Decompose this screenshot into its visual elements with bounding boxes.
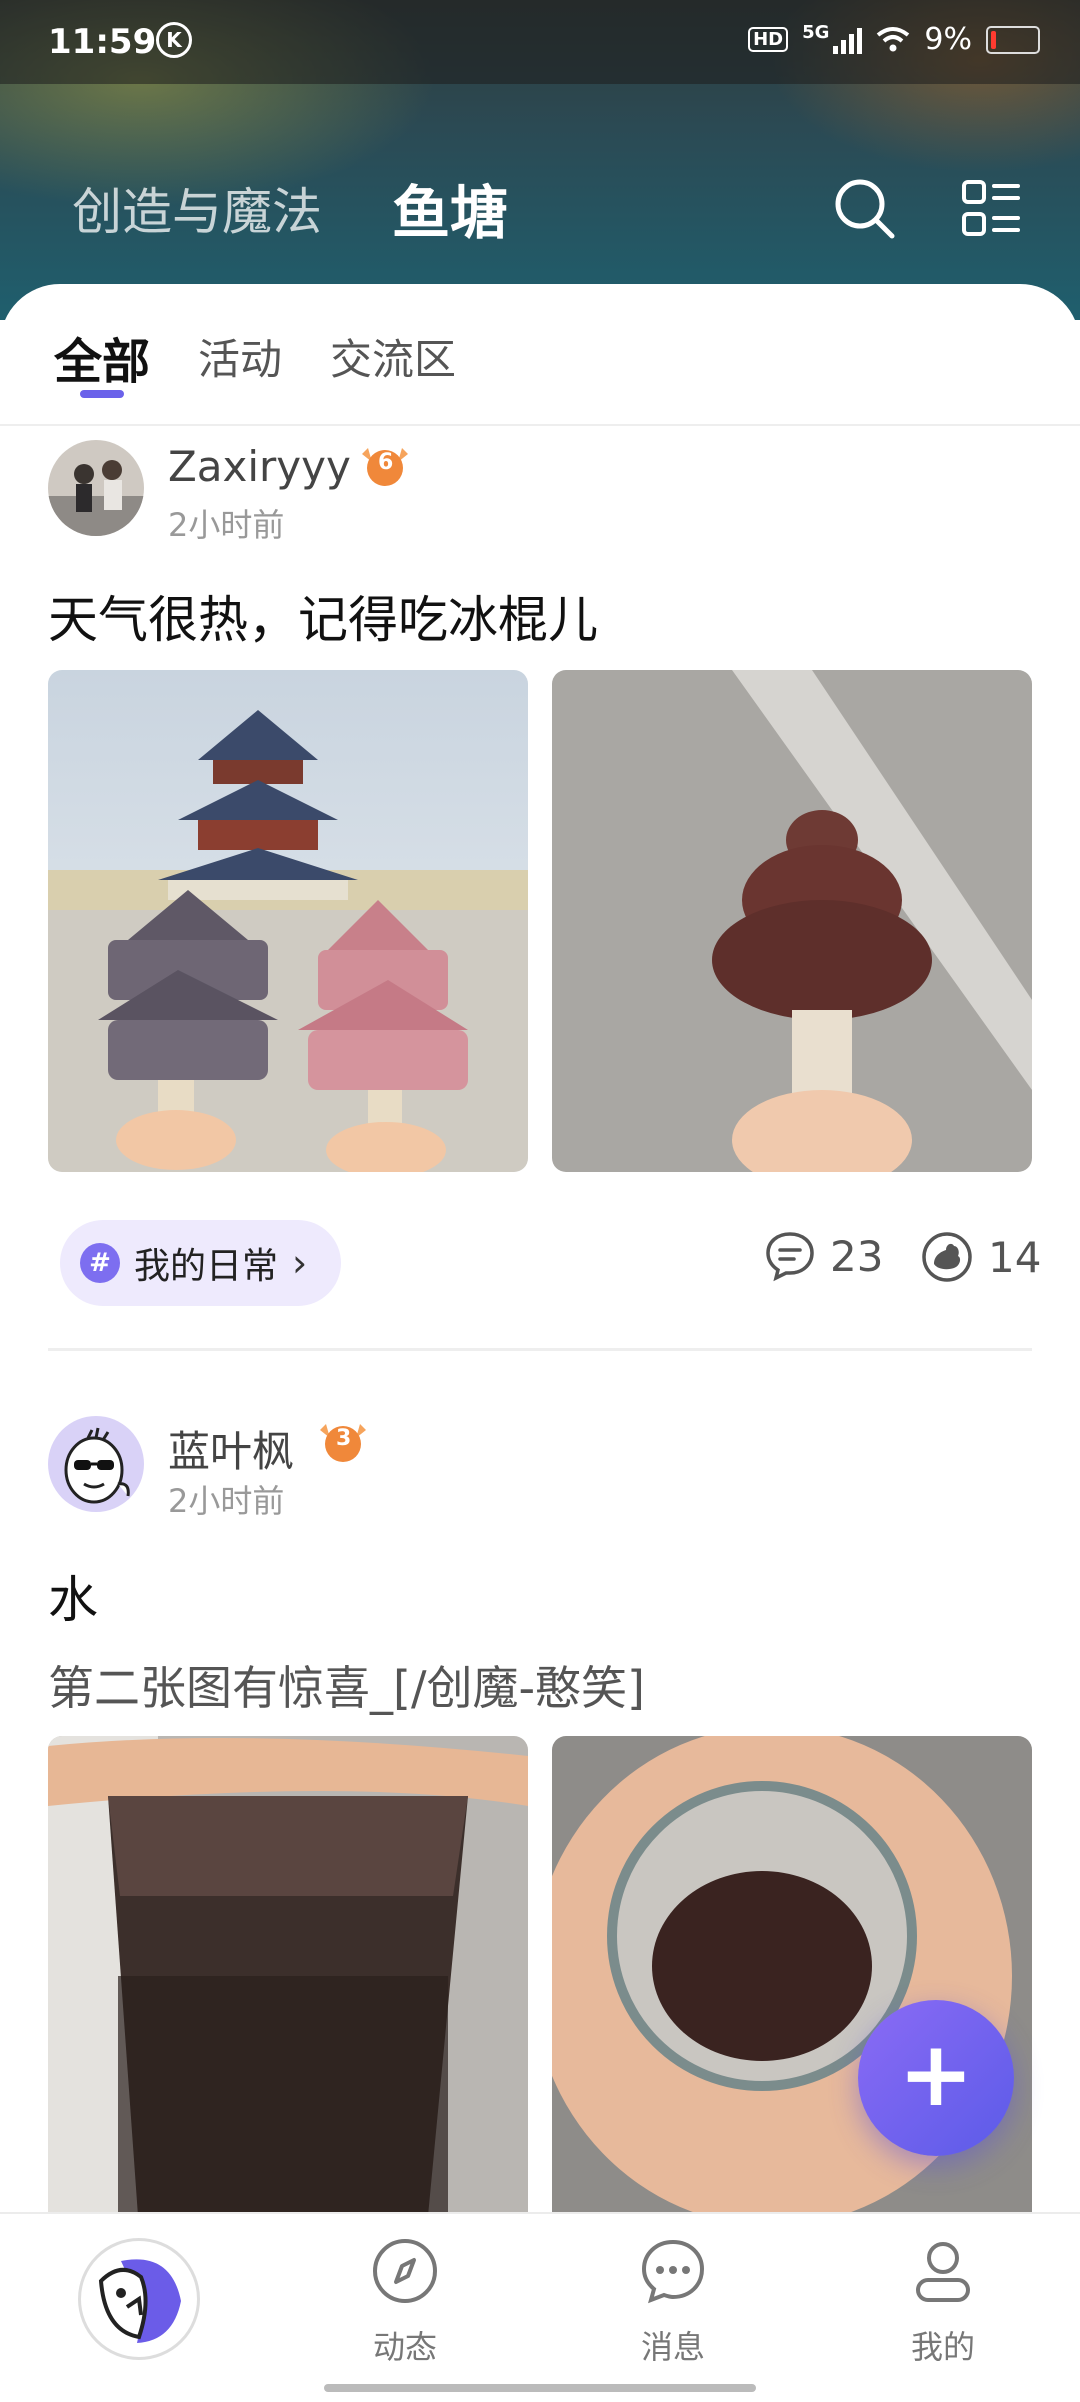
topic-chip[interactable]: # 我的日常 › — [60, 1220, 342, 1306]
plus-icon: + — [898, 2022, 974, 2127]
hd-icon: HD — [748, 27, 789, 52]
level-number: 6 — [378, 450, 394, 475]
comment-button[interactable]: 23 — [764, 1230, 883, 1282]
nav-messages[interactable]: 消息 — [598, 2236, 748, 2368]
post-time: 2小时前 — [168, 506, 285, 544]
comment-count: 23 — [830, 1231, 884, 1281]
post-image-cola-glass[interactable] — [48, 1736, 528, 2216]
nav-profile[interactable]: 我的 — [868, 2236, 1018, 2368]
k-badge-icon: K — [156, 22, 192, 58]
tab-all[interactable]: 全部 — [54, 322, 150, 392]
post-time: 2小时前 — [168, 1482, 285, 1520]
level-number: 3 — [336, 1426, 352, 1451]
comment-icon — [766, 1232, 814, 1282]
like-button[interactable]: 14 — [920, 1230, 1041, 1284]
top-nav: 创造与魔法 鱼塘 — [0, 160, 1080, 260]
compass-icon — [373, 2239, 437, 2303]
nav-profile-label: 我的 — [910, 2328, 975, 2366]
profile-icon — [916, 2242, 970, 2302]
nav-home-logo[interactable] — [78, 2238, 200, 2360]
post-image-popsicles-temple[interactable] — [48, 670, 528, 1172]
post-image-chocolate-popsicle[interactable] — [552, 670, 1032, 1172]
active-tab-indicator — [80, 390, 124, 398]
chevron-right-icon: › — [292, 1241, 308, 1285]
home-indicator[interactable] — [324, 2384, 756, 2392]
post-title: 天气很热，记得吃冰棍儿 — [48, 591, 598, 649]
nav-messages-label: 消息 — [640, 2328, 705, 2366]
network-label: 5G — [802, 22, 830, 43]
bottom-nav: 动态 消息 我的 — [0, 2212, 1080, 2402]
tab-activity[interactable]: 活动 — [198, 326, 282, 387]
wifi-icon — [877, 26, 910, 51]
sub-tab-bar: 全部 活动 交流区 — [0, 284, 1080, 426]
post-card[interactable]: Zaxiryyy 6 2小时前 天气很热，记得吃冰棍儿 # 我的日常 › 23 … — [48, 440, 1041, 1360]
battery-percent: 9% — [924, 22, 972, 57]
post-divider — [48, 1348, 1032, 1351]
menu-grid-icon[interactable] — [960, 178, 1022, 240]
tab-create-and-magic[interactable]: 创造与魔法 — [72, 172, 322, 244]
nav-feed[interactable]: 动态 — [330, 2236, 480, 2368]
create-post-button[interactable]: + — [858, 2000, 1014, 2156]
tab-discussion[interactable]: 交流区 — [330, 326, 456, 387]
post-body: 第二张图有惊喜_[/创魔-憨笑] — [48, 1661, 645, 1715]
search-icon[interactable] — [830, 174, 900, 244]
hash-icon: # — [80, 1243, 120, 1283]
topic-label: 我的日常 — [134, 1246, 279, 1287]
status-time: 11:59 — [48, 22, 157, 62]
signal-icon — [833, 26, 863, 54]
avatar[interactable] — [48, 440, 144, 536]
username[interactable]: Zaxiryyy — [168, 442, 351, 491]
status-icons: HD 5G 9% — [748, 22, 1040, 57]
like-count: 14 — [988, 1232, 1042, 1282]
message-icon — [641, 2239, 705, 2304]
header-banner: 11:59 K HD 5G 9% 创造与魔法 鱼塘 — [0, 0, 1080, 320]
username[interactable]: 蓝叶枫 — [168, 1418, 294, 1479]
post-title: 水 — [48, 1571, 98, 1629]
like-icon — [922, 1232, 972, 1282]
status-bar: 11:59 K HD 5G 9% — [0, 0, 1080, 84]
battery-icon — [986, 25, 1040, 54]
avatar[interactable] — [48, 1416, 144, 1512]
tab-fish-pond[interactable]: 鱼塘 — [392, 166, 508, 250]
nav-feed-label: 动态 — [372, 2328, 437, 2366]
